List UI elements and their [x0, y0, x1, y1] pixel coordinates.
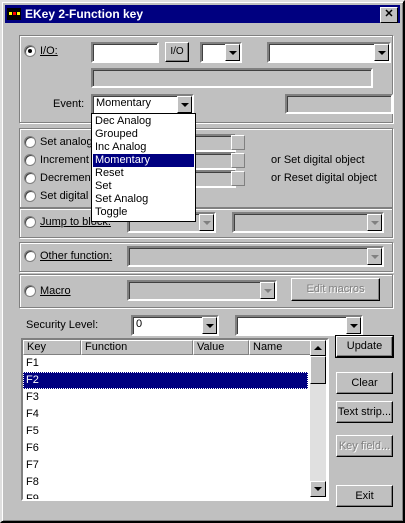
table-row-selected[interactable]: F2 — [23, 372, 308, 389]
jump-radio[interactable] — [24, 216, 36, 228]
event-option[interactable]: Inc Analog — [93, 141, 194, 154]
close-button[interactable]: ✕ — [380, 7, 398, 23]
macro-label: Macro — [40, 285, 71, 297]
event-dropdown-list[interactable]: Dec Analog Grouped Inc Analog Momentary … — [91, 113, 196, 222]
text-strip-button[interactable]: Text strip... — [336, 401, 393, 423]
security-level-label: Security Level: — [26, 319, 99, 331]
table-row[interactable]: F6 — [23, 440, 308, 457]
chevron-down-icon — [367, 214, 382, 231]
increment-radio[interactable] — [24, 154, 36, 166]
chevron-down-icon — [199, 214, 214, 231]
io-label: I/O: — [40, 45, 58, 57]
io-radio[interactable] — [24, 45, 36, 57]
other-function-radio[interactable] — [24, 250, 36, 262]
analog-spinner — [231, 135, 245, 150]
clear-button[interactable]: Clear — [336, 372, 393, 394]
set-digital-radio[interactable] — [24, 190, 36, 202]
macro-radio[interactable] — [24, 285, 36, 297]
increment-value-field — [192, 152, 236, 170]
jump-target-select — [232, 212, 384, 233]
decrement-spinner — [231, 171, 245, 186]
chevron-down-icon[interactable] — [225, 44, 240, 61]
update-button[interactable]: Update — [335, 335, 394, 358]
event-value: Momentary — [96, 97, 152, 109]
or-set-digital-label: or Set digital object — [271, 154, 365, 166]
set-analog-radio[interactable] — [24, 136, 36, 148]
table-row[interactable]: F8 — [23, 474, 308, 491]
table-row[interactable]: F7 — [23, 457, 308, 474]
edit-macros-button: Edit macros — [291, 278, 380, 301]
security-extra-select[interactable] — [235, 315, 363, 336]
decrement-label: Decrement — [40, 172, 94, 184]
increment-spinner — [231, 153, 245, 168]
increment-label: Increment — [40, 154, 89, 166]
column-header-key[interactable]: Key — [23, 340, 81, 355]
scroll-down-icon[interactable] — [310, 481, 326, 497]
table-row[interactable]: F4 — [23, 406, 308, 423]
key-field-button: Key field... — [336, 435, 393, 457]
vertical-scrollbar[interactable] — [310, 340, 326, 497]
security-level-value: 0 — [136, 318, 143, 330]
io-object-select[interactable] — [267, 42, 391, 63]
window-title: EKey 2-Function key — [25, 7, 144, 21]
decrement-radio[interactable] — [24, 172, 36, 184]
keys-table[interactable]: Key Function Value Name F1 F2 F3 F4 F5 F… — [21, 338, 329, 501]
exit-button[interactable]: Exit — [336, 485, 393, 507]
table-row[interactable]: F3 — [23, 389, 308, 406]
title-bar: EKey 2-Function key ✕ — [5, 5, 400, 23]
chevron-down-icon[interactable] — [346, 317, 361, 334]
table-row[interactable]: F9 — [23, 491, 308, 499]
chevron-down-icon[interactable] — [177, 96, 192, 113]
io-address-input[interactable] — [91, 42, 159, 63]
analog-value-field — [192, 134, 236, 152]
set-analog-label: Set analog — [40, 136, 93, 148]
or-reset-digital-label: or Reset digital object — [271, 172, 377, 184]
event-option[interactable]: Toggle — [93, 206, 194, 219]
chevron-down-icon[interactable] — [374, 44, 389, 61]
chevron-down-icon[interactable] — [202, 317, 217, 334]
chevron-down-icon — [260, 282, 275, 299]
event-option-selected[interactable]: Momentary — [93, 154, 194, 167]
event-option[interactable]: Dec Analog — [93, 115, 194, 128]
event-label: Event: — [53, 98, 85, 110]
event-option[interactable]: Set Analog — [93, 193, 194, 206]
event-extra-field — [285, 94, 393, 114]
event-option[interactable]: Reset — [93, 167, 194, 180]
io-button[interactable]: I/O — [165, 42, 189, 62]
column-header-value[interactable]: Value — [193, 340, 249, 355]
io-description-field — [91, 68, 373, 88]
event-option[interactable]: Grouped — [93, 128, 194, 141]
macro-select — [127, 280, 277, 301]
table-row[interactable]: F1 — [23, 355, 308, 372]
column-header-function[interactable]: Function — [81, 340, 193, 355]
decrement-value-field — [192, 170, 236, 188]
table-row[interactable]: F5 — [23, 423, 308, 440]
event-select[interactable]: Momentary — [91, 94, 194, 115]
scroll-thumb[interactable] — [310, 356, 326, 384]
column-header-name[interactable]: Name — [249, 340, 311, 355]
app-icon — [7, 8, 21, 20]
chevron-down-icon — [367, 248, 382, 265]
set-digital-label: Set digital — [40, 190, 89, 202]
io-type-select[interactable] — [200, 42, 242, 63]
other-function-label: Other function: — [40, 250, 113, 262]
scroll-up-icon[interactable] — [310, 340, 326, 356]
other-function-select — [127, 246, 384, 267]
event-option[interactable]: Set — [93, 180, 194, 193]
security-level-select[interactable]: 0 — [131, 315, 219, 336]
ekey-dialog: EKey 2-Function key ✕ I/O: I/O Event: Mo… — [0, 0, 405, 523]
